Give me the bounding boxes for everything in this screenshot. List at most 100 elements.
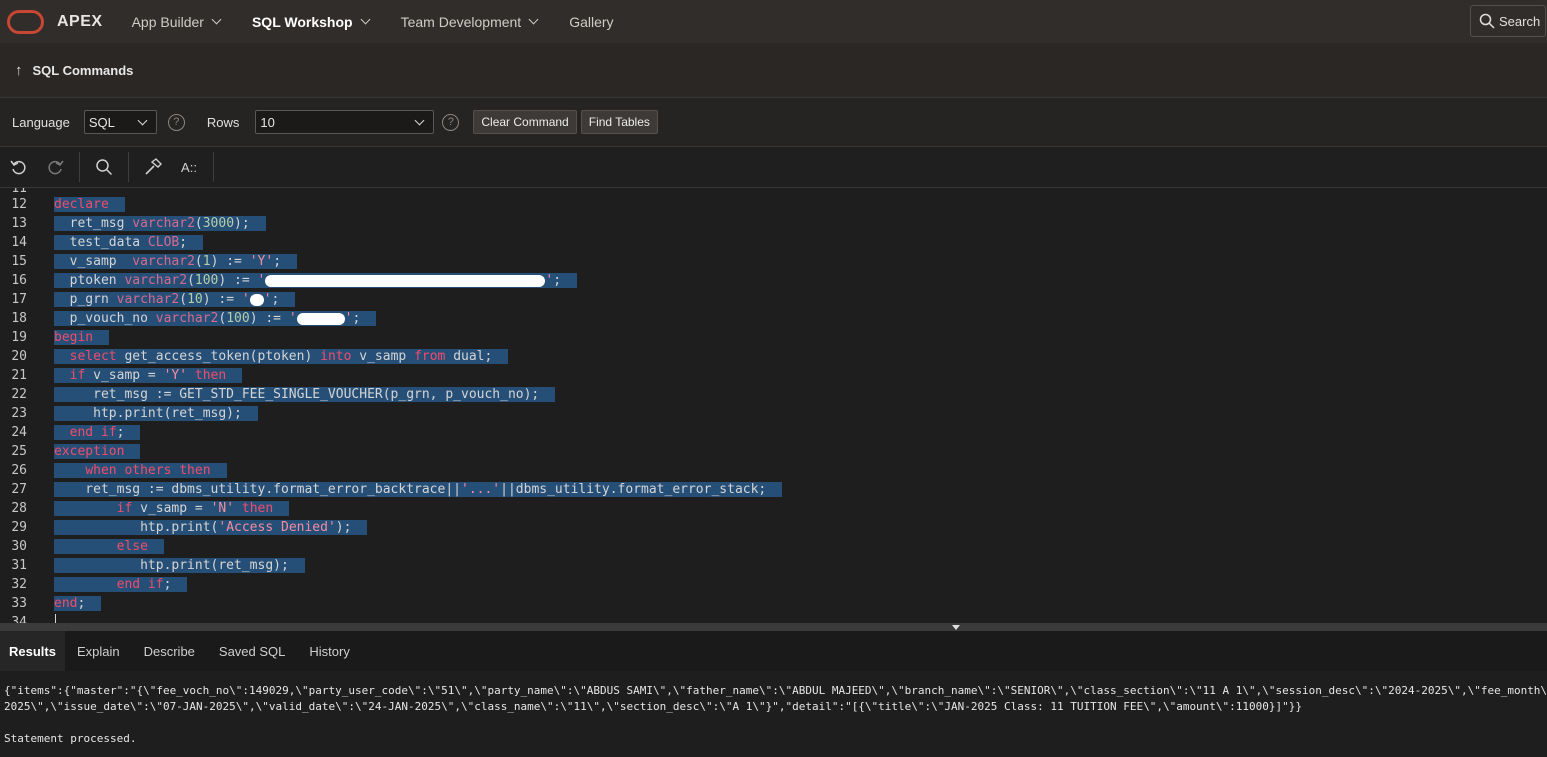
editor-line: 18 p_vouch_no varchar2(100) := ' ';: [0, 309, 1547, 328]
code-line: ret_msg := dbms_utility.format_error_bac…: [54, 480, 783, 499]
line-number: 26: [11, 463, 27, 478]
tab-describe[interactable]: Describe: [132, 631, 207, 671]
editor-line: 25 exception: [0, 442, 1547, 461]
line-number: 19: [11, 330, 27, 345]
editor-line: 20 select get_access_token(ptoken) into …: [0, 347, 1547, 366]
tab-results[interactable]: Results: [0, 631, 65, 671]
editor-line: 12 declare: [0, 195, 1547, 214]
nav-team-development-label: Team Development: [400, 13, 522, 30]
oracle-logo-icon[interactable]: [7, 9, 44, 34]
code-line: ret_msg varchar2(3000);: [54, 214, 266, 233]
search-label: Search: [1499, 13, 1541, 29]
code-line: ptoken varchar2(100) := ' ';: [54, 271, 578, 290]
language-help-icon[interactable]: ?: [167, 113, 185, 131]
editor-line: 28 if v_samp = 'N' then: [0, 499, 1547, 518]
line-number: 20: [11, 349, 27, 364]
line-number: 34: [11, 615, 27, 623]
line-number: 21: [11, 368, 27, 383]
main-nav: App Builder SQL Workshop Team Developmen…: [132, 0, 646, 43]
redaction-mark: [265, 274, 546, 287]
tab-history[interactable]: History: [297, 631, 361, 671]
language-select[interactable]: SQL: [83, 110, 157, 134]
tab-saved-sql[interactable]: Saved SQL: [207, 631, 298, 671]
language-value: SQL: [88, 114, 115, 130]
redo-icon[interactable]: [37, 147, 73, 187]
chevron-down-icon: [211, 14, 222, 25]
code-line: begin: [54, 328, 110, 347]
line-number: 23: [11, 406, 27, 421]
search-button[interactable]: Search: [1470, 5, 1546, 37]
editor-line: 27 ret_msg := dbms_utility.format_error_…: [0, 480, 1547, 499]
line-number: 15: [11, 254, 27, 269]
chevron-down-icon: [528, 14, 539, 25]
arrow-up-icon[interactable]: ↑: [15, 62, 23, 79]
line-number: 17: [11, 292, 27, 307]
page-title[interactable]: SQL Commands: [33, 63, 134, 78]
editor-line: 29 htp.print('Access Denied');: [0, 518, 1547, 537]
format-icon[interactable]: A::: [171, 147, 207, 187]
code-line: htp.print('Access Denied');: [54, 518, 368, 537]
panel-splitter[interactable]: [0, 623, 1547, 631]
code-line: htp.print(ret_msg);: [54, 404, 258, 423]
output-line: 2025\",\"issue_date\":\"07-JAN-2025\",\"…: [4, 700, 1303, 713]
editor-line: 15 v_samp varchar2(1) := 'Y';: [0, 252, 1547, 271]
sql-code-editor[interactable]: 11 12 declare 13 ret_msg varchar2(3000);…: [0, 188, 1547, 623]
nav-sql-workshop-label: SQL Workshop: [251, 13, 353, 30]
rows-select[interactable]: 10: [255, 110, 435, 134]
line-number: 12: [11, 197, 27, 212]
line-number: 25: [11, 444, 27, 459]
redaction-mark: [296, 312, 345, 325]
results-output: {"items":{"master":"{\"fee_voch_no\":149…: [0, 671, 1547, 757]
editor-line: 32 end if;: [0, 575, 1547, 594]
top-nav-bar: APEX App Builder SQL Workshop Team Devel…: [0, 0, 1547, 43]
rows-value: 10: [260, 114, 275, 130]
text-caret: [55, 614, 56, 623]
nav-app-builder-label: App Builder: [131, 13, 204, 30]
code-line: end if;: [54, 423, 141, 442]
undo-icon[interactable]: [1, 147, 37, 187]
code-line: v_samp varchar2(1) := 'Y';: [54, 252, 298, 271]
editor-line: 21 if v_samp = 'Y' then: [0, 366, 1547, 385]
code-line: htp.print(ret_msg);: [54, 556, 305, 575]
find-tables-button[interactable]: Find Tables: [580, 110, 658, 134]
command-options-bar: Language SQL ? Rows 10 ? Clear Command F…: [0, 98, 1547, 146]
hammer-icon[interactable]: [135, 147, 171, 187]
line-number: 31: [11, 558, 27, 573]
line-number: 32: [11, 577, 27, 592]
chevron-down-icon: [137, 115, 148, 126]
editor-line: 14 test_data CLOB;: [0, 233, 1547, 252]
code-line: test_data CLOB;: [54, 233, 204, 252]
nav-gallery-label: Gallery: [569, 13, 614, 30]
editor-line: 33 end;: [0, 594, 1547, 613]
line-number: 14: [11, 235, 27, 250]
code-line: end;: [54, 594, 102, 613]
line-number: 16: [11, 273, 27, 288]
code-line: select get_access_token(ptoken) into v_s…: [54, 347, 509, 366]
editor-line: 16 ptoken varchar2(100) := ' ';: [0, 271, 1547, 290]
tab-explain[interactable]: Explain: [65, 631, 132, 671]
apex-brand[interactable]: APEX: [57, 13, 103, 31]
nav-gallery[interactable]: Gallery: [569, 14, 613, 30]
editor-line: 22 ret_msg := GET_STD_FEE_SINGLE_VOUCHER…: [0, 385, 1547, 404]
rows-help-icon[interactable]: ?: [442, 113, 460, 131]
code-line: if v_samp = 'N' then: [54, 499, 290, 518]
toolbar-divider: [79, 152, 80, 182]
code-line: else: [54, 537, 164, 556]
language-label: Language: [12, 114, 70, 130]
line-number: 30: [11, 539, 27, 554]
editor-line: 26 when others then: [0, 461, 1547, 480]
output-line: {"items":{"master":"{\"fee_voch_no\":149…: [4, 684, 1547, 697]
collapse-arrow-icon[interactable]: [952, 625, 960, 630]
nav-sql-workshop[interactable]: SQL Workshop: [251, 13, 371, 30]
code-line: if v_samp = 'Y' then: [54, 366, 243, 385]
code-line: when others then: [54, 461, 227, 480]
code-line: end if;: [54, 575, 188, 594]
nav-app-builder[interactable]: App Builder: [131, 13, 222, 30]
chevron-down-icon: [360, 14, 371, 25]
editor-line: 24 end if;: [0, 423, 1547, 442]
find-icon[interactable]: [86, 147, 122, 187]
code-line: ret_msg := GET_STD_FEE_SINGLE_VOUCHER(p_…: [54, 385, 556, 404]
nav-team-development[interactable]: Team Development: [400, 13, 539, 30]
clear-command-button[interactable]: Clear Command: [473, 110, 577, 134]
line-number: 24: [11, 425, 27, 440]
